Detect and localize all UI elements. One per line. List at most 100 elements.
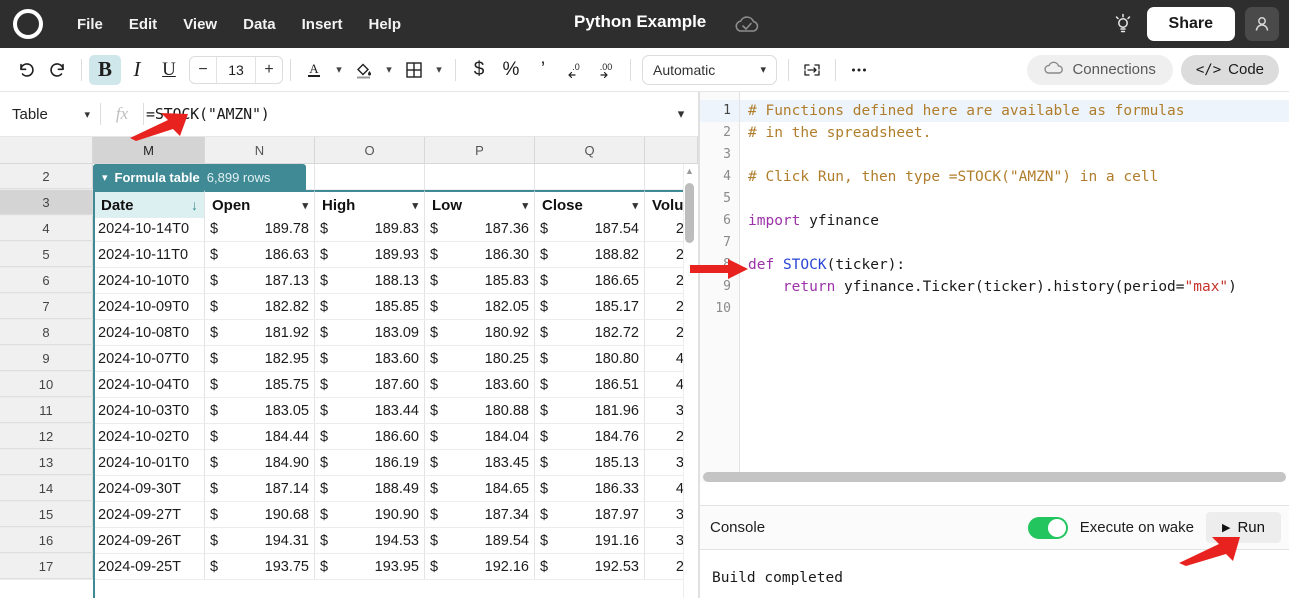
cell-low[interactable]: $180.92: [425, 320, 535, 345]
scroll-up-arrow-icon[interactable]: ▲: [683, 165, 696, 177]
cell-open[interactable]: $183.05: [205, 398, 315, 423]
borders-chevron-down-icon[interactable]: ▾: [430, 63, 448, 76]
formula-table-banner[interactable]: ▾ Formula table 6,899 rows: [93, 164, 306, 190]
row-header-13[interactable]: 13: [0, 450, 93, 475]
table-header-high[interactable]: High ▾: [315, 190, 425, 218]
bold-button[interactable]: B: [89, 55, 121, 85]
vertical-scrollbar[interactable]: ▲: [683, 165, 696, 595]
column-header-r[interactable]: [645, 137, 698, 163]
cell-close[interactable]: $185.17: [535, 294, 645, 319]
cell-date[interactable]: 2024-10-10T0: [93, 268, 205, 293]
cell-open[interactable]: $182.82: [205, 294, 315, 319]
cell-low[interactable]: $184.04: [425, 424, 535, 449]
row-header-15[interactable]: 15: [0, 502, 93, 527]
row-header-9[interactable]: 9: [0, 346, 93, 371]
cell-open[interactable]: $184.90: [205, 450, 315, 475]
cell-low[interactable]: $187.36: [425, 216, 535, 241]
borders-icon[interactable]: [398, 55, 430, 85]
more-options-icon[interactable]: [843, 55, 875, 85]
cell-date[interactable]: 2024-10-08T0: [93, 320, 205, 345]
table-header-close[interactable]: Close ▾: [535, 190, 645, 218]
undo-icon[interactable]: [10, 55, 42, 85]
cell-date[interactable]: 2024-10-14T0: [93, 216, 205, 241]
menu-edit[interactable]: Edit: [116, 11, 170, 38]
cell-high[interactable]: $189.83: [315, 216, 425, 241]
row-header-8[interactable]: 8: [0, 320, 93, 345]
cell-open[interactable]: $187.14: [205, 476, 315, 501]
cell-close[interactable]: $191.16: [535, 528, 645, 553]
cell-open[interactable]: $187.13: [205, 268, 315, 293]
row-header-4[interactable]: 4: [0, 216, 93, 241]
table-collapse-chevron-down-icon[interactable]: ▾: [102, 171, 108, 184]
table-row[interactable]: 52024-10-11T0$186.63$189.93$186.30$188.8…: [0, 242, 698, 268]
cell-close[interactable]: $182.72: [535, 320, 645, 345]
comma-format-button[interactable]: ’: [527, 55, 559, 85]
cell-date[interactable]: 2024-09-30T: [93, 476, 205, 501]
user-avatar-icon[interactable]: [1245, 7, 1279, 41]
code-line-7[interactable]: [748, 232, 1289, 254]
fill-color-chevron-down-icon[interactable]: ▾: [380, 63, 398, 76]
code-line-10[interactable]: [748, 298, 1289, 320]
cell-low[interactable]: $185.83: [425, 268, 535, 293]
font-size-increase-button[interactable]: +: [256, 57, 282, 83]
cell-high[interactable]: $183.60: [315, 346, 425, 371]
row-header-11[interactable]: 11: [0, 398, 93, 423]
menu-data[interactable]: Data: [230, 11, 289, 38]
table-row[interactable]: 112024-10-03T0$183.05$183.44$180.88$181.…: [0, 398, 698, 424]
cell-high[interactable]: $186.19: [315, 450, 425, 475]
font-size-decrease-button[interactable]: −: [190, 57, 216, 83]
code-horizontal-scrollbar[interactable]: [700, 471, 1289, 485]
cell-low[interactable]: $180.88: [425, 398, 535, 423]
cell-low[interactable]: $186.30: [425, 242, 535, 267]
italic-button[interactable]: I: [121, 55, 153, 85]
table-row[interactable]: 162024-09-26T$194.31$194.53$189.54$191.1…: [0, 528, 698, 554]
cell-low[interactable]: $187.34: [425, 502, 535, 527]
cell-close[interactable]: $186.33: [535, 476, 645, 501]
cell-low[interactable]: $184.65: [425, 476, 535, 501]
code-line-6[interactable]: import yfinance: [748, 210, 1289, 232]
table-row[interactable]: 152024-09-27T$190.68$190.90$187.34$187.9…: [0, 502, 698, 528]
cell-low[interactable]: $189.54: [425, 528, 535, 553]
open-chevron-down-icon[interactable]: ▾: [302, 199, 308, 212]
cell-date[interactable]: 2024-10-02T0: [93, 424, 205, 449]
share-button[interactable]: Share: [1147, 7, 1235, 41]
cell-close[interactable]: $180.80: [535, 346, 645, 371]
table-row[interactable]: 82024-10-08T0$181.92$183.09$180.92$182.7…: [0, 320, 698, 346]
row-header-14[interactable]: 14: [0, 476, 93, 501]
cell-low[interactable]: $182.05: [425, 294, 535, 319]
percent-format-button[interactable]: %: [495, 55, 527, 85]
cell-close[interactable]: $187.54: [535, 216, 645, 241]
column-header-p[interactable]: P: [425, 137, 535, 163]
menu-file[interactable]: File: [64, 11, 116, 38]
cell-open[interactable]: $193.75: [205, 554, 315, 579]
cell-close[interactable]: $188.82: [535, 242, 645, 267]
cell-date[interactable]: 2024-10-07T0: [93, 346, 205, 371]
code-line-8[interactable]: def STOCK(ticker):: [748, 254, 1289, 276]
cell-open[interactable]: $185.75: [205, 372, 315, 397]
cell-date[interactable]: 2024-10-11T0: [93, 242, 205, 267]
code-button[interactable]: </> Code: [1181, 55, 1279, 85]
cell-close[interactable]: $186.51: [535, 372, 645, 397]
formula-input[interactable]: [144, 105, 664, 123]
cell-open[interactable]: $194.31: [205, 528, 315, 553]
lightbulb-icon[interactable]: [1109, 10, 1137, 38]
text-wrap-icon[interactable]: [796, 55, 828, 85]
row-header-6[interactable]: 6: [0, 268, 93, 293]
table-header-date[interactable]: Date ↓: [93, 190, 205, 218]
app-logo-icon[interactable]: [6, 9, 50, 39]
cell-high[interactable]: $190.90: [315, 502, 425, 527]
row-header-12[interactable]: 12: [0, 424, 93, 449]
cell-high[interactable]: $187.60: [315, 372, 425, 397]
code-line-4[interactable]: # Click Run, then type =STOCK("AMZN") in…: [748, 166, 1289, 188]
code-line-9[interactable]: return yfinance.Ticker(ticker).history(p…: [748, 276, 1289, 298]
table-row[interactable]: 122024-10-02T0$184.44$186.60$184.04$184.…: [0, 424, 698, 450]
cell-low[interactable]: $183.45: [425, 450, 535, 475]
redo-icon[interactable]: [42, 55, 74, 85]
currency-format-button[interactable]: $: [463, 55, 495, 85]
cell-high[interactable]: $188.13: [315, 268, 425, 293]
run-button[interactable]: ▶ Run: [1206, 512, 1281, 543]
cell-high[interactable]: $189.93: [315, 242, 425, 267]
cell-high[interactable]: $193.95: [315, 554, 425, 579]
cell-date[interactable]: 2024-10-04T0: [93, 372, 205, 397]
code-horizontal-scrollbar-thumb[interactable]: [703, 472, 1286, 482]
